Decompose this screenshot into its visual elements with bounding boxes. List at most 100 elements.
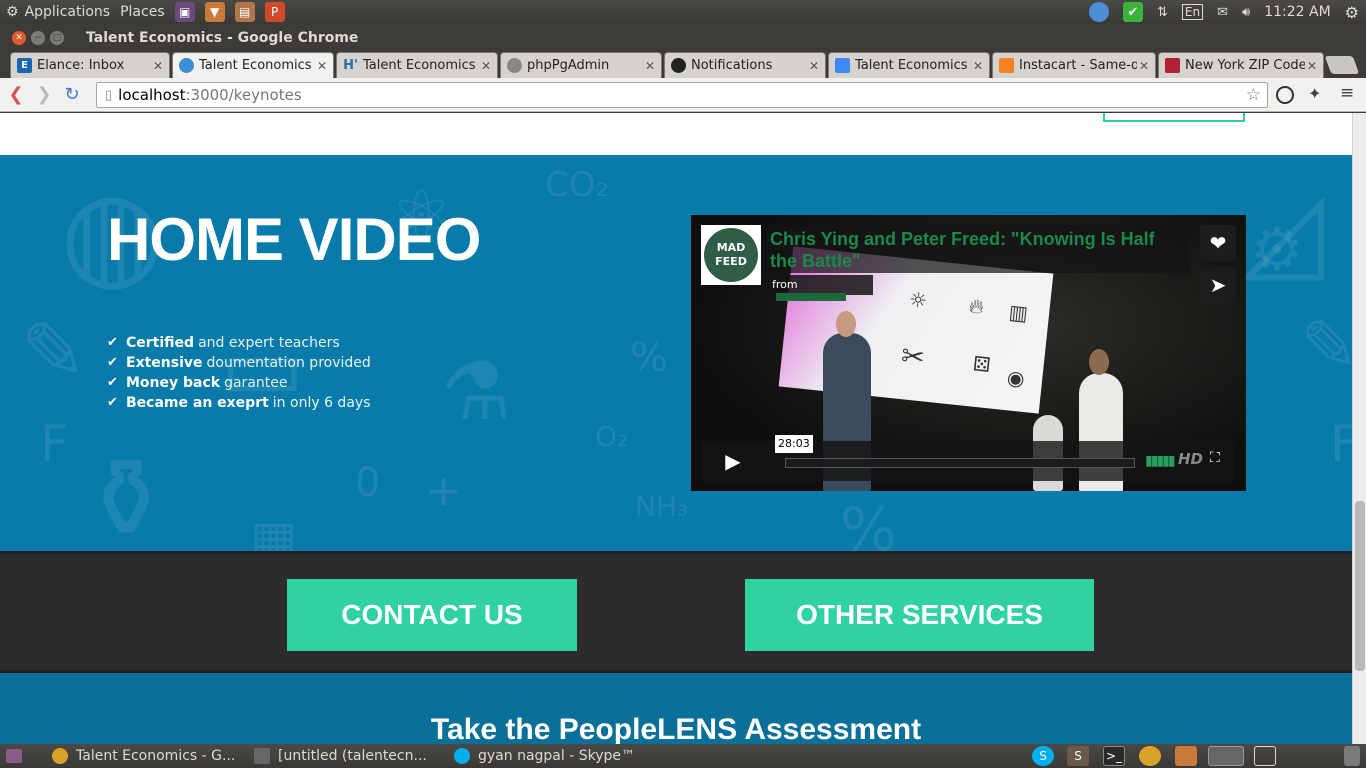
flask-decoration-icon: ⚱ [80,435,173,551]
tab-close-icon[interactable]: ✕ [643,59,655,73]
tab-phppgadmin[interactable]: phpPgAdmin ✕ [500,52,662,78]
bookmark-star-icon[interactable]: ☆ [1246,85,1261,105]
evernote-extension-icon[interactable]: ✦ [1308,84,1321,103]
video-title-overlay: Chris Ying and Peter Freed: "Knowing Is … [767,225,1189,273]
tab-talent-economics-active[interactable]: Talent Economics ✕ [172,52,334,78]
clock[interactable]: 11:22 AM [1264,4,1330,20]
mad-feed-logo[interactable]: MAD FEED [701,225,761,285]
tab-notifications[interactable]: Notifications ✕ [664,52,826,78]
skype-tray-icon[interactable]: S [1032,746,1054,766]
taskbar-chrome-window[interactable]: Talent Economics - G... [52,746,235,766]
chrome-tray-icon[interactable] [1139,746,1161,766]
extension-circle-icon[interactable] [1276,86,1294,104]
pencil-right-decoration-icon: ✎ [1300,305,1352,387]
elance-favicon-icon: E [17,58,32,73]
percent-bottom-decoration-text: % [840,495,898,551]
show-desktop-icon[interactable] [6,749,22,763]
dice-icon: ⚄ [971,351,992,378]
video-player[interactable]: 🔥︎ ▥ ☼ ✂ ⚄ ◉ MAD FEED Chris Ying and Pet… [691,215,1246,491]
tab-label: Instacart - Same-da [1019,58,1137,73]
maximize-window-icon[interactable]: □ [50,31,64,45]
ubuntu-logo-icon[interactable]: ⚙ [6,4,19,20]
settings-gear-icon[interactable]: ⚙ [1345,3,1359,22]
feature-strong: Became an exeprt [126,395,269,411]
sublime-tray-icon[interactable]: S [1067,746,1089,766]
play-icon[interactable]: ▶ [701,441,765,481]
chromium-tray-icon[interactable] [1089,2,1109,22]
tab-close-icon[interactable]: ✕ [1305,59,1317,73]
places-menu[interactable]: Places [120,4,165,20]
tab-new-york-zip[interactable]: New York ZIP Code ✕ [1158,52,1324,78]
feature-text: in only 6 days [272,395,371,411]
forward-icon[interactable]: ❯ [30,84,58,105]
assessment-section: Take the PeopleLENS Assessment [0,673,1352,744]
taskbar-editor-window[interactable]: [untitled (talentecn... [254,746,427,766]
feature-strong: Money back [126,375,221,391]
volume-icon[interactable]: 🔊︎ [1242,5,1250,20]
back-icon[interactable]: ❮ [2,84,30,105]
tab-label: Talent Economics [363,58,476,73]
file-manager-launcher-icon[interactable]: ▤ [234,2,255,22]
tab-close-icon[interactable]: ✕ [807,59,819,73]
progress-bar[interactable] [785,458,1135,468]
page-icon: ▯ [105,87,113,103]
applications-menu[interactable]: Applications [25,4,111,20]
minimize-window-icon[interactable]: − [31,31,45,45]
tab-talent-economics-2[interactable]: H' Talent Economics ✕ [336,52,498,78]
section-title: HOME VIDEO [107,206,481,273]
window-title-bar: ✕ − □ Talent Economics - Google Chrome [0,24,1366,52]
percent-decoration-text: % [630,335,669,381]
feature-item: ✔ Certified and expert teachers [107,333,371,353]
monitor-launcher-icon[interactable]: ▣ [174,2,195,22]
tab-instacart[interactable]: Instacart - Same-da ✕ [992,52,1156,78]
scrollbar-thumb[interactable] [1355,501,1365,671]
logo-circle: MAD FEED [704,228,758,282]
home-video-section: ◍ CO₂ ✎ ▭ % ⚗ O₂ F ⚱ 0 + NH₃ ▦ ⚛ ◿ ⚙ ✎ F… [0,155,1352,551]
trash-tray-icon[interactable] [1344,746,1360,766]
close-window-icon[interactable]: ✕ [12,31,26,45]
keyboard-layout-indicator[interactable]: En [1181,4,1204,20]
share-send-icon[interactable]: ➤ [1200,267,1236,303]
github-favicon-icon [671,58,686,73]
video-byline: from [767,275,873,301]
logo-line-1: MAD [716,241,746,254]
network-arrows-icon[interactable]: ⇅ [1157,5,1168,20]
tab-close-icon[interactable]: ✕ [971,59,983,73]
chrome-active-tray-icon[interactable] [1208,746,1244,766]
other-services-button[interactable]: OTHER SERVICES [745,579,1094,651]
fullscreen-icon[interactable]: ⛶ [1210,450,1220,466]
reload-icon[interactable]: ↻ [58,84,86,105]
editor-icon [254,748,270,764]
tab-talent-economics-dropbox[interactable]: Talent Economics ✕ [828,52,990,78]
presentation-launcher-icon[interactable]: P [264,2,285,22]
bulb-icon: ☼ [907,286,929,313]
taskbar-item-label: Talent Economics - G... [76,748,236,764]
folder-download-launcher-icon[interactable]: ▼ [204,2,225,22]
volume-bars-icon[interactable]: ▮▮▮▮▮ [1145,453,1175,469]
tab-close-icon[interactable]: ✕ [151,59,163,73]
taskbar-skype-window[interactable]: gyan nagpal - Skype™ [454,746,635,766]
like-heart-icon[interactable]: ❤ [1200,225,1236,261]
chrome-menu-icon[interactable]: ≡ [1340,83,1354,103]
files-tray-icon[interactable] [1175,746,1197,766]
tab-close-icon[interactable]: ✕ [1137,59,1149,73]
contact-us-button[interactable]: CONTACT US [287,579,577,651]
tab-close-icon[interactable]: ✕ [315,59,327,73]
channel-link[interactable] [776,293,846,301]
cta-band: CONTACT US OTHER SERVICES [0,551,1352,673]
hd-toggle[interactable]: HD [1178,450,1203,468]
address-bar[interactable]: ▯ localhost :3000/keynotes ☆ [96,82,1268,108]
workspace-switcher-icon[interactable] [1254,746,1276,766]
terminal-tray-icon[interactable]: >_ [1103,746,1125,766]
tab-elance-inbox[interactable]: E Elance: Inbox ✕ [10,52,170,78]
feature-item: ✔ Became an exeprt in only 6 days [107,393,371,413]
new-tab-button[interactable] [1324,56,1360,74]
speaker-left-head [836,311,856,337]
page-scrollbar[interactable] [1352,113,1366,744]
checkmark-tray-icon[interactable]: ✔ [1123,2,1143,22]
header-button-edge[interactable] [1103,113,1245,122]
video-title-link[interactable]: Chris Ying and Peter Freed: "Knowing Is … [770,228,1180,272]
gear-decoration-icon: ⚙ [1250,215,1304,285]
mail-icon[interactable]: ✉ [1217,5,1228,20]
tab-close-icon[interactable]: ✕ [479,59,491,73]
